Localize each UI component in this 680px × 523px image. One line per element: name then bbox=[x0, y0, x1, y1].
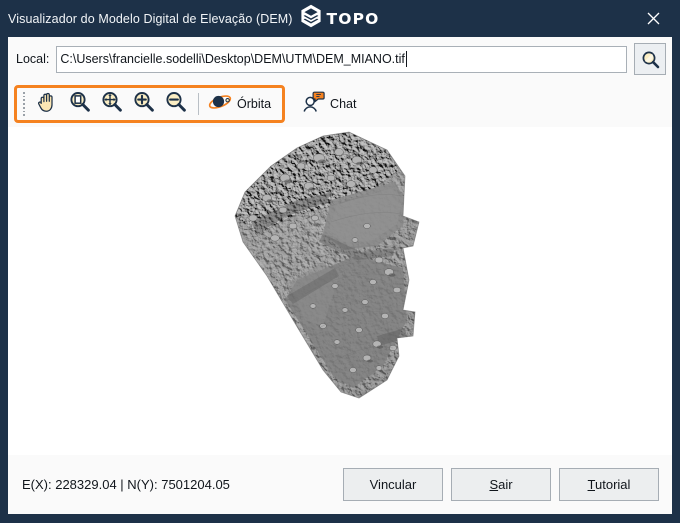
footer-bar: E(X): 228329.04 | N(Y): 7501204.05 Vincu… bbox=[8, 455, 672, 514]
dem-hillshade-model[interactable] bbox=[227, 130, 477, 420]
sair-rest: air bbox=[498, 477, 513, 492]
title-bar[interactable]: Visualizador do Modelo Digital de Elevaç… bbox=[0, 0, 680, 37]
dem-viewport[interactable] bbox=[8, 127, 672, 455]
sair-button-label: Sair bbox=[489, 477, 512, 492]
magnifier-minus-icon bbox=[164, 90, 187, 118]
tutorial-button-label: Tutorial bbox=[588, 477, 631, 492]
hexagon-layers-logo-icon bbox=[300, 4, 322, 33]
coordinate-readout: E(X): 228329.04 | N(Y): 7501204.05 bbox=[22, 477, 230, 492]
hand-pan-icon bbox=[35, 90, 59, 119]
toolbar: Órbita Chat bbox=[8, 81, 672, 127]
orbit-tool-label: Órbita bbox=[237, 97, 272, 111]
planet-orbit-icon bbox=[208, 92, 232, 117]
chat-tool-label: Chat bbox=[330, 97, 357, 111]
magnifier-window-icon bbox=[68, 90, 91, 118]
vincular-button[interactable]: Vincular bbox=[343, 468, 443, 501]
text-caret bbox=[405, 51, 407, 67]
brand-name: TOPO bbox=[326, 9, 380, 28]
orbit-tool[interactable]: Órbita bbox=[206, 89, 276, 119]
dialog-buttons: Vincular Sair Tutorial bbox=[343, 468, 662, 501]
vincular-button-label: Vincular bbox=[369, 477, 417, 492]
close-icon[interactable] bbox=[634, 0, 672, 37]
drag-grip-icon[interactable] bbox=[20, 91, 28, 117]
path-label: Local: bbox=[16, 52, 50, 66]
zoom-out-tool[interactable] bbox=[159, 89, 191, 119]
magnifier-plus-icon bbox=[132, 90, 155, 118]
zoom-extent-tool[interactable] bbox=[95, 89, 127, 119]
tutorial-button[interactable]: Tutorial bbox=[559, 468, 659, 501]
tutorial-accel: T bbox=[587, 477, 596, 492]
person-chat-bubble-icon bbox=[301, 91, 325, 118]
toolbar-highlighted-group: Órbita bbox=[14, 85, 286, 123]
chat-tool[interactable]: Chat bbox=[299, 89, 361, 119]
toolbar-separator bbox=[198, 93, 199, 115]
zoom-in-tool[interactable] bbox=[127, 89, 159, 119]
search-magnifier-icon[interactable] bbox=[634, 43, 666, 75]
path-input-wrapper[interactable] bbox=[56, 45, 627, 73]
path-bar: Local: bbox=[8, 37, 672, 81]
dem-viewer-window: Visualizador do Modelo Digital de Elevaç… bbox=[0, 0, 680, 523]
window-title: Visualizador do Modelo Digital de Elevaç… bbox=[8, 11, 293, 26]
client-area: Local: C:\Users\francielle.sodelli\Deskt… bbox=[8, 37, 672, 514]
sair-button[interactable]: Sair bbox=[451, 468, 551, 501]
sair-accel: S bbox=[489, 477, 499, 492]
pan-tool[interactable] bbox=[31, 89, 63, 119]
magnifier-extent-icon bbox=[100, 90, 123, 118]
tutorial-rest: utorial bbox=[595, 477, 631, 492]
path-input[interactable] bbox=[60, 52, 623, 66]
zoom-window-tool[interactable] bbox=[63, 89, 95, 119]
